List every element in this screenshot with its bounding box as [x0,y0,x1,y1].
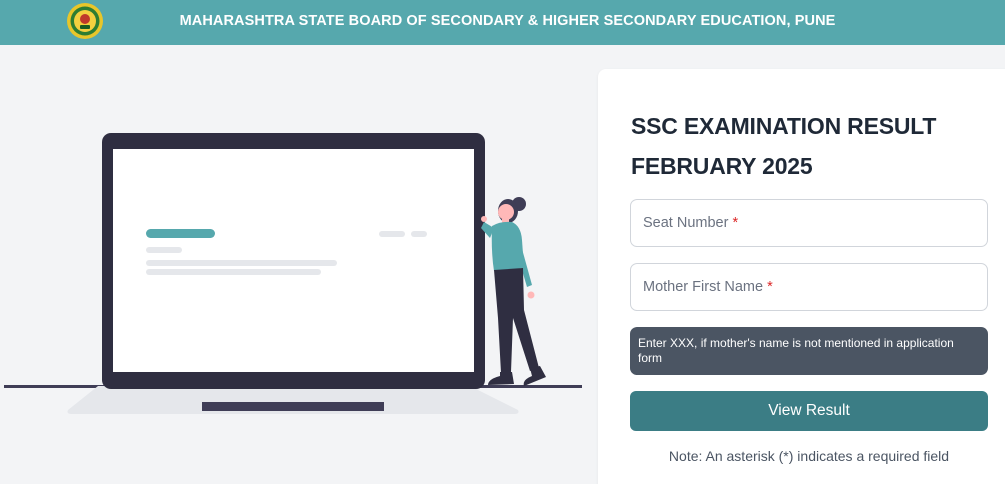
woman-figure [481,197,546,386]
mother-name-hint: Enter XXX, if mother's name is not menti… [630,327,988,375]
view-result-button[interactable]: View Result [630,391,988,431]
mother-name-placeholder: Mother First Name * [643,279,773,295]
required-marker: * [732,215,739,231]
board-emblem-icon [67,3,103,39]
laptop-illustration [4,133,582,414]
page-subtitle: FEBRUARY 2025 [631,153,813,179]
required-marker: * [767,279,773,295]
top-header: MAHARASHTRA STATE BOARD OF SECONDARY & H… [0,0,1005,45]
seat-number-placeholder: Seat Number * [643,215,739,231]
page-title: SSC EXAMINATION RESULT [631,113,937,139]
board-title: MAHARASHTRA STATE BOARD OF SECONDARY & H… [179,13,836,29]
seat-number-field[interactable]: Seat Number * [630,199,988,247]
required-note: Note: An asterisk (*) indicates a requir… [668,448,950,464]
mother-name-field[interactable]: Mother First Name * [630,263,988,311]
